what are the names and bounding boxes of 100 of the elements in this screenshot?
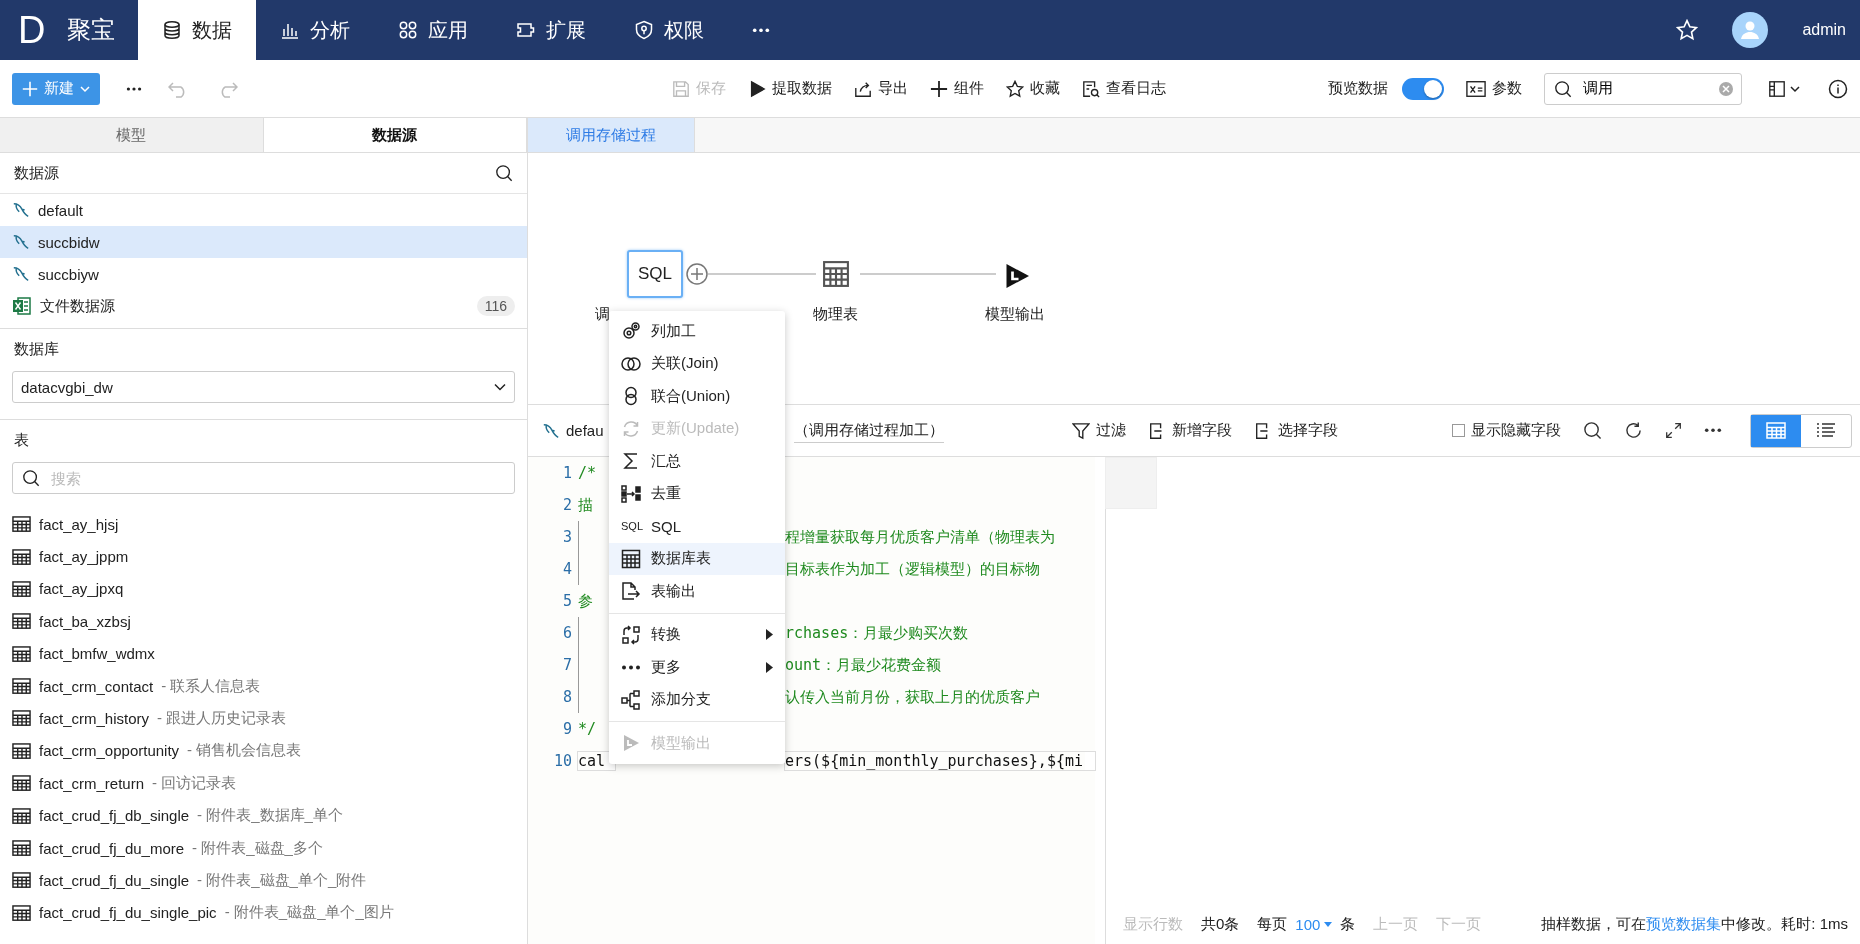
menu-item[interactable]: 转换 xyxy=(609,618,785,651)
line-number: 1 xyxy=(561,464,572,482)
menu-item[interactable]: 关联(Join) xyxy=(609,347,785,380)
menu-item[interactable]: 列加工 xyxy=(609,315,785,348)
datasource-item[interactable]: succbiyw xyxy=(0,258,527,290)
more-icon xyxy=(752,27,770,33)
table-item[interactable]: fact_ba_xzbsj xyxy=(0,605,527,638)
info-icon xyxy=(1828,78,1848,99)
more-icon xyxy=(1704,428,1722,433)
table-item[interactable]: fact_crm_history - 跟进人历史记录表 xyxy=(0,702,527,735)
datasource-item[interactable]: 文件数据源 116 xyxy=(0,290,527,322)
editor-action-button[interactable]: 过滤 xyxy=(1072,421,1126,440)
play-icon xyxy=(621,733,641,754)
preview-dataset-link[interactable]: 预览数据集 xyxy=(1646,914,1722,932)
table-item[interactable]: fact_ay_jppm xyxy=(0,540,527,573)
table-node[interactable] xyxy=(820,258,852,290)
nav-tab[interactable]: 权限 xyxy=(610,0,728,60)
table-item[interactable]: fact_ay_jpxq xyxy=(0,572,527,606)
grid-corner-cell xyxy=(1105,457,1157,509)
toolbar-button[interactable]: 导出 xyxy=(854,79,908,98)
panel-tab[interactable]: 模型 xyxy=(0,118,264,152)
toolbar-button[interactable]: 查看日志 xyxy=(1082,79,1166,98)
menu-item[interactable]: SQL SQL xyxy=(609,510,785,543)
database-select[interactable]: datacvgbi_dw xyxy=(12,371,515,403)
section-title: 表 xyxy=(14,430,29,450)
more-button[interactable] xyxy=(126,86,142,91)
line-number: 6 xyxy=(561,624,572,642)
more-icon xyxy=(621,664,641,670)
menu-item[interactable]: 添加分支 xyxy=(609,683,785,716)
table-item[interactable]: fact_crud_fj_du_more - 附件表_磁盘_多个 xyxy=(0,831,527,865)
code-text: 目标表作为加工（逻辑模型）的目标物 xyxy=(785,559,1040,579)
table-item[interactable]: fact_ay_hjsj xyxy=(0,508,527,541)
plus-icon xyxy=(930,79,948,98)
datasource-icon xyxy=(542,421,560,440)
search-button[interactable] xyxy=(1583,421,1602,440)
person-icon xyxy=(1740,20,1761,40)
params-button[interactable]: 参数 xyxy=(1466,79,1522,98)
editor-action-button[interactable]: 新增字段 xyxy=(1148,421,1232,440)
sql-node[interactable]: SQL xyxy=(627,250,683,298)
menu-item[interactable]: 表输出 xyxy=(609,575,785,608)
x-icon xyxy=(1722,84,1730,93)
table-icon xyxy=(12,840,31,857)
table-search-field[interactable]: 搜索 xyxy=(12,462,515,494)
table-icon xyxy=(12,775,31,792)
checkbox[interactable] xyxy=(1452,424,1465,437)
editor-action-button[interactable]: 选择字段 xyxy=(1254,421,1338,440)
username[interactable]: admin xyxy=(1802,21,1846,39)
info-button[interactable] xyxy=(1828,78,1848,99)
search-button[interactable] xyxy=(495,164,513,182)
apps-icon xyxy=(398,20,418,40)
table-icon xyxy=(12,516,31,533)
toolbar-button[interactable]: 收藏 xyxy=(1006,79,1060,98)
avatar[interactable] xyxy=(1732,12,1769,48)
search-icon xyxy=(1583,421,1602,440)
star-icon xyxy=(1006,79,1024,98)
more-button[interactable] xyxy=(1704,428,1722,433)
line-number: 5 xyxy=(561,592,572,610)
line-number: 9 xyxy=(561,720,572,738)
show-hidden-checkbox[interactable]: 显示隐藏字段 xyxy=(1452,421,1561,440)
table-item[interactable]: fact_crm_opportunity - 销售机会信息表 xyxy=(0,734,527,768)
table-icon xyxy=(12,710,31,727)
line-number: 8 xyxy=(561,688,572,706)
nav-tab[interactable]: 扩展 xyxy=(492,0,610,60)
plus-circle-icon xyxy=(686,263,708,285)
table-item[interactable]: fact_crud_fj_db_single - 附件表_数据库_单个 xyxy=(0,799,527,832)
add-node-icon[interactable] xyxy=(686,263,708,285)
layout-button[interactable] xyxy=(1768,79,1800,98)
toolbar-button[interactable]: 提取数据 xyxy=(748,79,832,98)
datasource-item[interactable]: default xyxy=(0,194,527,226)
refresh-icon xyxy=(1624,421,1643,440)
code-text: 描 xyxy=(578,495,593,515)
expand-button[interactable] xyxy=(1665,422,1682,439)
table-item[interactable]: fact_bmfw_wdmx xyxy=(0,637,527,670)
table-icon xyxy=(12,872,31,889)
favorite-button[interactable] xyxy=(1676,19,1699,41)
menu-item[interactable]: 数据库表 xyxy=(609,542,785,575)
toolbar-button[interactable]: 组件 xyxy=(930,79,984,98)
table-item[interactable]: fact_crud_fj_du_single - 附件表_磁盘_单个_附件 xyxy=(0,864,527,897)
nav-tab[interactable]: 分析 xyxy=(256,0,374,60)
menu-item[interactable]: 更多 xyxy=(609,651,785,684)
table-icon xyxy=(621,548,641,569)
grid-view-button[interactable] xyxy=(1751,414,1801,447)
nav-tab[interactable]: 应用 xyxy=(374,0,492,60)
per-page-label: 每页 xyxy=(1257,914,1288,934)
table-item[interactable]: fact_crm_contact - 联系人信息表 xyxy=(0,669,527,703)
preview-toggle[interactable] xyxy=(1402,77,1444,100)
table-item[interactable]: fact_crm_return - 回访记录表 xyxy=(0,767,527,800)
datasource-item[interactable]: succbidw xyxy=(0,226,527,258)
node-label: 物理表 xyxy=(812,305,858,324)
menu-item[interactable]: 去重 xyxy=(609,477,785,510)
node-title: （调用存储过程加工） xyxy=(793,418,944,443)
refresh-button[interactable] xyxy=(1624,421,1643,440)
page-size-dropdown[interactable]: 100 xyxy=(1295,915,1333,933)
table-item[interactable]: fact_crud_fj_du_single_pic - 附件表_磁盘_单个_图片 xyxy=(0,896,527,930)
logo: D xyxy=(18,11,46,49)
search-field[interactable]: 调用 xyxy=(1544,72,1742,105)
menu-item[interactable]: 联合(Union) xyxy=(609,380,785,413)
search-icon xyxy=(1554,79,1572,98)
editor-tab[interactable]: 调用存储过程 xyxy=(528,118,695,152)
nav-tab[interactable]: 数据 xyxy=(138,0,256,60)
